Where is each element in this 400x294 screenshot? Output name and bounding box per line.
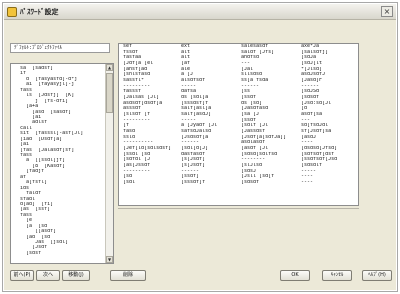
jump-button[interactable]: 移動(J): [62, 270, 90, 281]
outline-list: sa [sadsf] if d [fasyasfd]-d*j ai [fayas…: [14, 66, 103, 256]
table-cell: [sssdf]f: [181, 180, 206, 186]
detail-table: sef ext salesasdf axe*Ja fssdf alt saldf [Jfs]…: [118, 43, 359, 206]
table-cell: [sdsdf: [241, 180, 260, 186]
window-title: ﾊﾟｽﾜｰﾄﾞ設定: [20, 8, 59, 16]
ok-button[interactable]: OK: [280, 270, 310, 281]
divider: [118, 208, 359, 209]
scroll-up-icon[interactable]: ▲: [106, 64, 113, 71]
outline-tree[interactable]: sa [sadsf] if d [fasyasfd]-d*j ai [fayas…: [10, 63, 114, 264]
table-cell: ----: [301, 180, 314, 186]
vertical-scrollbar[interactable]: ▲ ▼: [105, 64, 113, 263]
help-button[interactable]: ﾍﾙﾌﾟ(H): [362, 270, 392, 281]
delete-button[interactable]: 削除: [110, 270, 146, 281]
title-bar[interactable]: ﾊﾟｽﾜｰﾄﾞ設定 ×: [4, 4, 396, 20]
prev-button[interactable]: 前へ(P): [10, 270, 34, 281]
scroll-down-icon[interactable]: ▼: [106, 256, 113, 263]
table-row[interactable]: [sdl [sssdf]f [sdsdf ----: [119, 180, 358, 186]
cancel-button[interactable]: ｷｬﾝｾﾙ: [322, 270, 352, 281]
close-icon[interactable]: ×: [381, 6, 393, 17]
scroll-thumb[interactable]: [106, 73, 113, 113]
file-name-field[interactable]: ﾃﾞﾌｫﾙﾄ:ﾌﾟﾛｼﾞｪｸﾄﾌｧｲﾙ: [10, 43, 110, 53]
table-cell: [sdl: [123, 180, 136, 186]
outline-line[interactable]: [sdsf: [14, 251, 103, 256]
app-icon: [7, 7, 17, 17]
next-button[interactable]: 次へ: [36, 270, 60, 281]
